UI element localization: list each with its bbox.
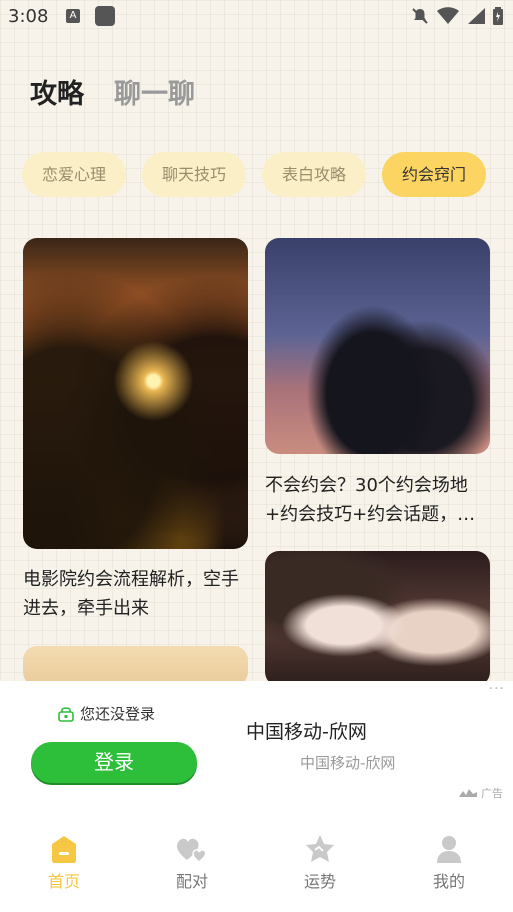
login-button[interactable]: 登录	[31, 742, 197, 783]
hearts-icon	[177, 838, 207, 863]
nav-fortune[interactable]: 运势	[280, 834, 360, 892]
lock-icon	[58, 706, 74, 722]
article-image-sunset-couple[interactable]	[23, 238, 248, 549]
home-icon	[52, 836, 76, 863]
app-square-icon	[95, 6, 115, 26]
login-hint: 您还没登录	[58, 703, 155, 724]
ad-title[interactable]: 中国移动-欣网	[246, 717, 367, 744]
article-title[interactable]: 电影院约会流程解析，空手进去，牵手出来	[23, 565, 248, 623]
battery-icon	[493, 7, 503, 25]
ad-subtitle[interactable]: 中国移动-欣网	[300, 752, 395, 773]
category-chat-tips[interactable]: 聊天技巧	[142, 152, 247, 197]
article-image-partial[interactable]	[23, 646, 248, 686]
nav-match[interactable]: 配对	[152, 834, 232, 892]
person-icon	[437, 836, 461, 863]
dnd-off-icon	[412, 8, 428, 24]
star-icon	[306, 835, 334, 862]
nav-match-label: 配对	[175, 872, 208, 891]
article-image-snow-couple[interactable]	[265, 551, 490, 686]
category-love-psychology[interactable]: 恋爱心理	[22, 152, 127, 197]
tab-strategy[interactable]: 攻略	[30, 72, 84, 111]
nav-fortune-label: 运势	[303, 872, 336, 891]
article-image-city-couple[interactable]	[265, 238, 490, 454]
ad-logo-icon	[459, 789, 477, 797]
ad-panel: ··· 您还没登录 登录 中国移动-欣网 中国移动-欣网 广告	[0, 681, 513, 806]
nav-profile-label: 我的	[432, 872, 465, 891]
status-icons	[411, 7, 503, 25]
category-dating-tips[interactable]: 约会窍门	[382, 152, 487, 197]
ad-tag-label: 广告	[481, 787, 503, 800]
wifi-icon	[437, 7, 459, 24]
ad-more-icon[interactable]: ···	[489, 681, 505, 697]
status-bar: 3:08 A	[0, 0, 513, 34]
signal-icon	[468, 8, 485, 24]
bottom-nav: 首页 配对 运势 我的	[0, 806, 513, 912]
app-notification-icon: A	[66, 9, 80, 23]
top-tabs: 攻略 聊一聊	[30, 72, 195, 111]
nav-home-label: 首页	[47, 872, 80, 891]
ad-tag: 广告	[459, 785, 503, 801]
nav-profile[interactable]: 我的	[409, 834, 489, 892]
nav-home[interactable]: 首页	[24, 834, 104, 892]
category-confession[interactable]: 表白攻略	[262, 152, 367, 197]
category-chips: 恋爱心理 聊天技巧 表白攻略 约会窍门	[22, 152, 487, 197]
tab-chat[interactable]: 聊一聊	[114, 72, 195, 111]
article-title[interactable]: 不会约会？30个约会场地+约会技巧+约会话题，约会不再难	[265, 471, 490, 529]
login-hint-text: 您还没登录	[80, 705, 156, 723]
status-time: 3:08	[8, 6, 49, 27]
